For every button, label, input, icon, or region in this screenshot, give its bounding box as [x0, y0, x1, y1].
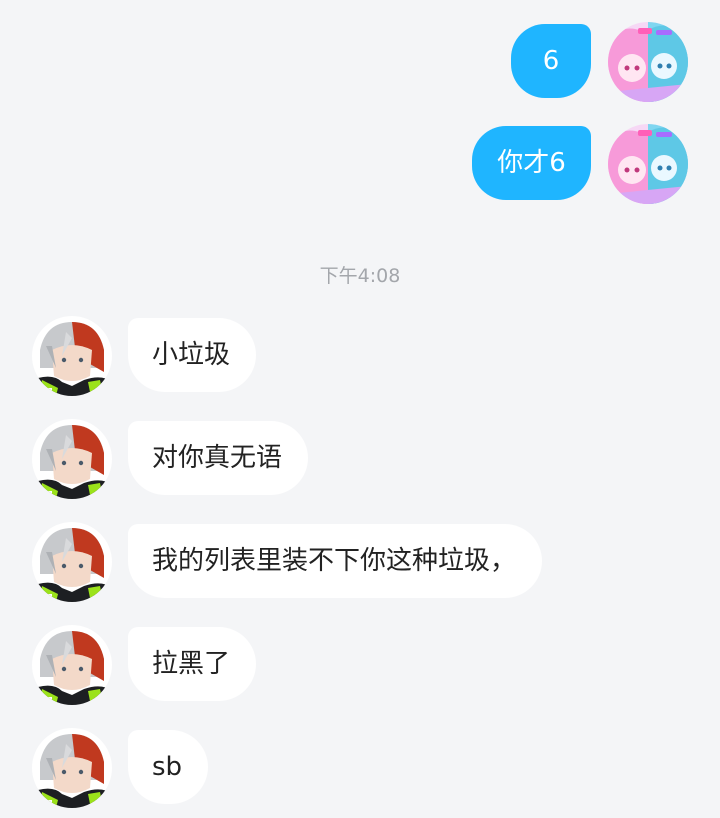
white-red-hair-anime-avatar-icon — [32, 419, 112, 499]
message-text: 我的列表里装不下你这种垃圾， — [152, 546, 517, 576]
white-red-hair-anime-avatar-icon — [32, 728, 112, 808]
message-text: 小垃圾 — [152, 340, 231, 370]
self-avatar[interactable] — [608, 124, 688, 204]
sent-message-bubble[interactable]: 你才6 — [472, 126, 591, 200]
received-message-bubble[interactable]: 小垃圾 — [128, 318, 257, 392]
anime-duo-pink-blue-avatar-icon — [608, 124, 688, 204]
white-red-hair-anime-avatar-icon — [32, 625, 112, 705]
message-text: 6 — [542, 46, 560, 76]
contact-avatar[interactable] — [32, 316, 112, 396]
received-message-bubble[interactable]: 对你真无语 — [128, 421, 309, 495]
white-red-hair-anime-avatar-icon — [32, 522, 112, 602]
message-text: 对你真无语 — [152, 443, 283, 473]
message-timestamp: 下午4:08 — [319, 265, 401, 287]
contact-avatar[interactable] — [32, 625, 112, 705]
message-text: 拉黑了 — [152, 649, 231, 679]
chat-message-list[interactable]: 6 你才6 下午4:08 小垃圾 对你真无语 我的列表里装不下你这种垃圾， 拉黑… — [0, 0, 720, 818]
anime-duo-pink-blue-avatar-icon — [608, 22, 688, 102]
contact-avatar[interactable] — [32, 728, 112, 808]
received-message-bubble[interactable]: 我的列表里装不下你这种垃圾， — [128, 524, 543, 598]
sent-message-bubble[interactable]: 6 — [511, 24, 591, 98]
white-red-hair-anime-avatar-icon — [32, 316, 112, 396]
received-message-bubble[interactable]: 拉黑了 — [128, 627, 257, 701]
contact-avatar[interactable] — [32, 419, 112, 499]
message-text: 你才6 — [497, 148, 566, 178]
self-avatar[interactable] — [608, 22, 688, 102]
contact-avatar[interactable] — [32, 522, 112, 602]
message-text: sb — [152, 752, 183, 782]
received-message-bubble[interactable]: sb — [128, 730, 209, 804]
